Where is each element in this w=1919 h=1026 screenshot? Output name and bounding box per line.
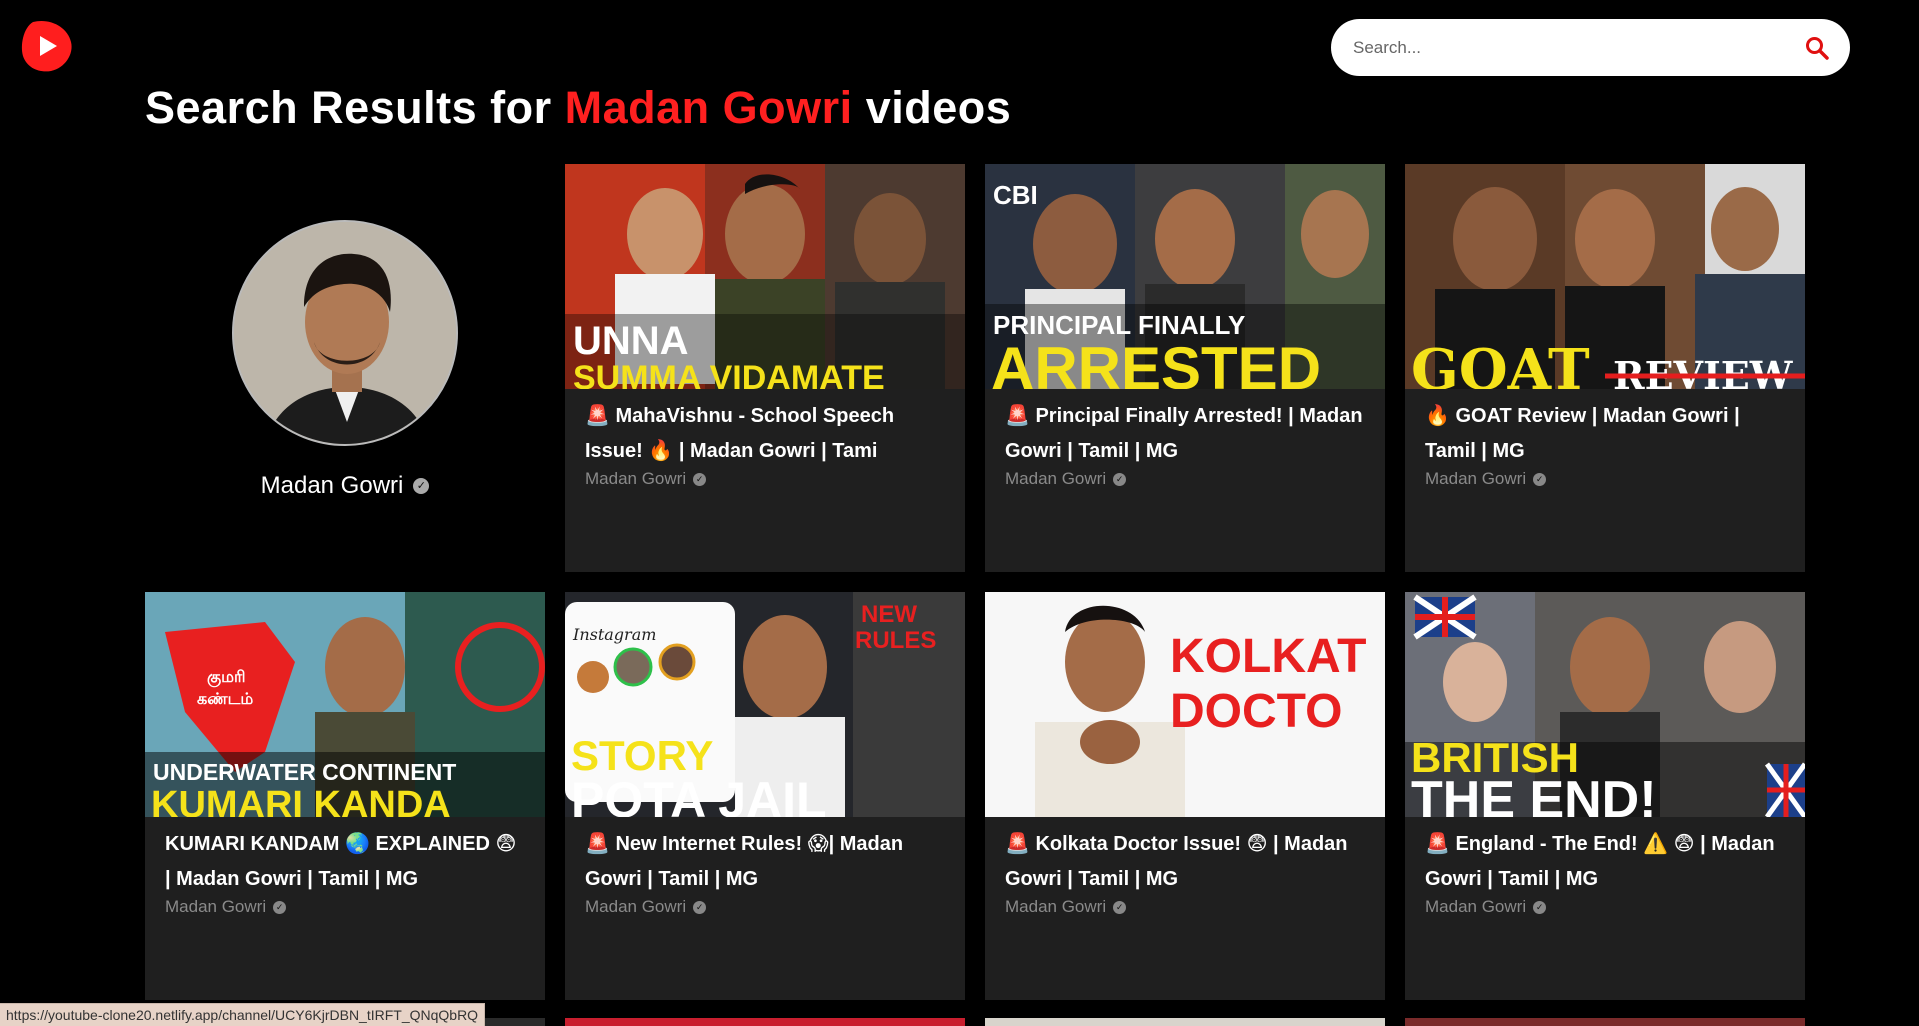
- video-card[interactable]: GOAT REVIEW 🔥 GOAT Review | Madan Gowri …: [1405, 164, 1805, 572]
- video-channel[interactable]: Madan Gowri ✓: [1425, 469, 1785, 489]
- video-title[interactable]: KUMARI KANDAM 🌏 EXPLAINED 😨 | Madan Gowr…: [165, 827, 525, 897]
- thumb-text: KOLKAT: [1170, 630, 1366, 683]
- video-channel-name: Madan Gowri: [585, 897, 687, 916]
- thumb-text: KUMARI KANDA: [151, 784, 451, 817]
- verified-badge-icon: ✓: [1113, 900, 1127, 914]
- search-query: Madan Gowri: [564, 82, 853, 133]
- channel-avatar[interactable]: [232, 220, 458, 446]
- search-icon[interactable]: [1804, 35, 1830, 61]
- video-thumbnail[interactable]: KOLKAT DOCTO: [985, 592, 1385, 817]
- channel-name: Madan Gowri: [260, 472, 404, 499]
- video-thumbnail[interactable]: GOAT REVIEW: [1405, 164, 1805, 389]
- video-card[interactable]: KOLKAT DOCTO 🚨 Kolkata Doctor Issue! 😨 |…: [985, 592, 1385, 1000]
- channel-card[interactable]: Madan Gowri ✓: [145, 164, 545, 564]
- thumb-text: REVIEW: [1613, 353, 1794, 389]
- video-title[interactable]: 🚨 England - The End! ⚠️ 😨 | Madan Gowri …: [1425, 827, 1785, 897]
- video-card[interactable]: UNNA SUMMA VIDAMATE 🚨 MahaVishnu - Schoo…: [565, 164, 965, 572]
- video-card[interactable]: Instagram NEW RULES STORY POTA JAIL 🚨 Ne…: [565, 592, 965, 1000]
- video-thumbnail[interactable]: Instagram NEW RULES STORY POTA JAIL: [565, 592, 965, 817]
- video-channel[interactable]: Madan Gowri ✓: [585, 897, 945, 917]
- page-title: Search Results for Madan Gowri videos: [145, 82, 1011, 134]
- title-suffix: videos: [852, 82, 1012, 133]
- verified-badge-icon: ✓: [1533, 900, 1547, 914]
- channel-name-row[interactable]: Madan Gowri ✓: [145, 472, 545, 500]
- video-card-peek[interactable]: [985, 1018, 1385, 1026]
- video-card[interactable]: குமரி கண்டம் UNDERWATER CONTINENT KUMARI…: [145, 592, 545, 1000]
- svg-text:குமரி: குமரி: [207, 667, 246, 688]
- svg-text:RULES: RULES: [855, 627, 936, 654]
- video-channel[interactable]: Madan Gowri ✓: [1425, 897, 1785, 917]
- thumb-text: ARRESTED: [991, 335, 1321, 389]
- video-title[interactable]: 🚨 Kolkata Doctor Issue! 😨 | Madan Gowri …: [1005, 827, 1365, 897]
- verified-badge-icon: ✓: [1113, 472, 1127, 486]
- video-channel-name: Madan Gowri: [1425, 897, 1527, 916]
- video-channel-name: Madan Gowri: [585, 469, 687, 488]
- svg-text:NEW: NEW: [861, 601, 917, 628]
- video-card-peek[interactable]: [565, 1018, 965, 1026]
- svg-text:கண்டம்: கண்டம்: [197, 689, 253, 708]
- youtube-logo-icon[interactable]: [19, 18, 75, 74]
- video-thumbnail[interactable]: குமரி கண்டம் UNDERWATER CONTINENT KUMARI…: [145, 592, 545, 817]
- video-channel-name: Madan Gowri: [1425, 469, 1527, 488]
- thumb-text: THE END!: [1411, 771, 1657, 817]
- svg-text:Instagram: Instagram: [572, 625, 656, 644]
- thumb-text: DOCTO: [1170, 685, 1342, 738]
- verified-badge-icon: ✓: [693, 900, 707, 914]
- thumb-text: UNDERWATER CONTINENT: [153, 759, 456, 785]
- video-card[interactable]: BRITISH THE END! 🚨 England - The End! ⚠️…: [1405, 592, 1805, 1000]
- video-title[interactable]: 🚨 New Internet Rules! 😱| Madan Gowri | T…: [585, 827, 945, 897]
- video-channel[interactable]: Madan Gowri ✓: [585, 469, 945, 489]
- video-channel[interactable]: Madan Gowri ✓: [1005, 897, 1365, 917]
- link-status-bar: https://youtube-clone20.netlify.app/chan…: [0, 1003, 486, 1026]
- video-title[interactable]: 🚨 MahaVishnu - School Speech Issue! 🔥 | …: [585, 399, 945, 469]
- video-card[interactable]: CBI PRINCIPAL FINALLY ARRESTED 🚨 Princip…: [985, 164, 1385, 572]
- video-card-peek[interactable]: [1405, 1018, 1805, 1026]
- thumb-text: POTA JAIL: [571, 772, 827, 817]
- search-input[interactable]: [1353, 37, 1804, 58]
- verified-badge-icon: ✓: [413, 478, 430, 494]
- verified-badge-icon: ✓: [693, 472, 707, 486]
- video-channel[interactable]: Madan Gowri ✓: [165, 897, 525, 917]
- video-thumbnail[interactable]: BRITISH THE END!: [1405, 592, 1805, 817]
- verified-badge-icon: ✓: [1533, 472, 1547, 486]
- thumb-text: SUMMA VIDAMATE: [573, 359, 885, 389]
- verified-badge-icon: ✓: [273, 900, 287, 914]
- video-channel-name: Madan Gowri: [1005, 469, 1107, 488]
- video-thumbnail[interactable]: UNNA SUMMA VIDAMATE: [565, 164, 965, 389]
- video-channel-name: Madan Gowri: [1005, 897, 1107, 916]
- video-thumbnail[interactable]: CBI PRINCIPAL FINALLY ARRESTED: [985, 164, 1385, 389]
- video-channel[interactable]: Madan Gowri ✓: [1005, 469, 1365, 489]
- search-bar: [1331, 19, 1850, 76]
- thumb-text: GOAT: [1411, 337, 1590, 389]
- video-title[interactable]: 🔥 GOAT Review | Madan Gowri | Tamil | MG: [1425, 399, 1785, 469]
- thumb-text: UNNA: [573, 319, 689, 363]
- svg-text:CBI: CBI: [993, 180, 1038, 210]
- title-prefix: Search Results for: [145, 82, 565, 133]
- video-title[interactable]: 🚨 Principal Finally Arrested! | Madan Go…: [1005, 399, 1365, 469]
- video-channel-name: Madan Gowri: [165, 897, 267, 916]
